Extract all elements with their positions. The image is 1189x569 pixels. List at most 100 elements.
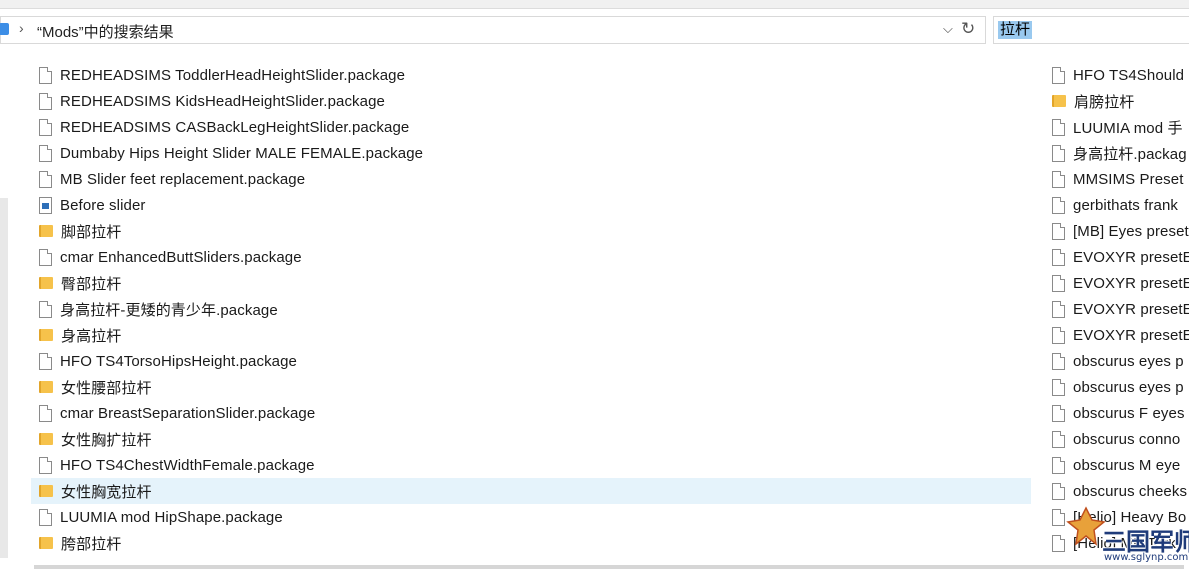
file-item[interactable]: REDHEADSIMS ToddlerHeadHeightSlider.pack… <box>31 62 1031 88</box>
file-name: obscurus eyes p <box>1073 378 1184 396</box>
chevron-right-icon[interactable]: › <box>19 20 24 36</box>
file-icon <box>39 352 52 370</box>
file-icon <box>1052 196 1065 214</box>
file-icon <box>39 404 52 422</box>
file-item[interactable]: HFO TS4TorsoHipsHeight.package <box>31 348 1031 374</box>
folder-item[interactable]: 女性胸扩拉杆 <box>31 426 1031 452</box>
file-name: 胯部拉杆 <box>61 535 122 553</box>
search-input[interactable]: 拉杆 <box>993 16 1189 44</box>
file-name: LUUMIA mod HipShape.package <box>60 508 283 526</box>
file-item[interactable]: HFO TS4ChestWidthFemale.package <box>31 452 1031 478</box>
file-name: 身高拉杆-更矮的青少年.package <box>60 301 278 319</box>
file-item[interactable]: MMSIMS Preset <box>1044 166 1189 192</box>
file-icon <box>1052 404 1065 422</box>
file-item[interactable]: MB Slider feet replacement.package <box>31 166 1031 192</box>
file-item[interactable]: obscurus eyes p <box>1044 374 1189 400</box>
folder-icon <box>39 537 53 549</box>
folder-item[interactable]: 脚部拉杆 <box>31 218 1031 244</box>
file-name: obscurus cheeks <box>1073 482 1188 500</box>
file-name: obscurus F eyes <box>1073 404 1185 422</box>
file-item[interactable]: Dumbaby Hips Height Slider MALE FEMALE.p… <box>31 140 1031 166</box>
file-name: cmar EnhancedButtSliders.package <box>60 248 302 266</box>
file-item[interactable]: EVOXYR presetE <box>1044 322 1189 348</box>
file-name: 身高拉杆 <box>61 327 122 345</box>
file-item[interactable]: 身高拉杆.packag <box>1044 140 1189 166</box>
file-name: HFO TS4Should <box>1073 66 1185 84</box>
file-name: REDHEADSIMS ToddlerHeadHeightSlider.pack… <box>60 66 406 84</box>
file-item[interactable]: obscurus M eye <box>1044 452 1189 478</box>
file-name: EVOXYR presetE <box>1073 326 1189 344</box>
file-icon <box>1052 534 1065 552</box>
file-icon <box>1052 170 1065 188</box>
file-name: [MB] Eyes preset <box>1073 222 1189 240</box>
address-bar[interactable]: › “Mods”中的搜索结果 ⌵ ↻ <box>0 16 986 44</box>
file-name: MB Slider feet replacement.package <box>60 170 306 188</box>
file-name: 臀部拉杆 <box>61 275 122 293</box>
file-name: obscurus conno <box>1073 430 1181 448</box>
file-name: Dumbaby Hips Height Slider MALE FEMALE.p… <box>60 144 424 162</box>
file-name: gerbithats frank <box>1073 196 1178 214</box>
file-item[interactable]: obscurus eyes p <box>1044 348 1189 374</box>
watermark-logo: 三国军师 www.sglynp.com <box>1066 504 1189 566</box>
file-item[interactable]: cmar BreastSeparationSlider.package <box>31 400 1031 426</box>
file-item[interactable]: cmar EnhancedButtSliders.package <box>31 244 1031 270</box>
file-icon <box>1052 508 1065 526</box>
file-item[interactable]: obscurus cheeks <box>1044 478 1189 504</box>
refresh-icon[interactable]: ↻ <box>961 19 975 39</box>
search-query[interactable]: 拉杆 <box>998 21 1033 39</box>
file-icon <box>39 92 52 110</box>
file-icon <box>1052 326 1065 344</box>
file-item[interactable]: obscurus conno <box>1044 426 1189 452</box>
file-name: EVOXYR presetE <box>1073 248 1189 266</box>
folder-item[interactable]: 身高拉杆 <box>31 322 1031 348</box>
file-item[interactable]: LUUMIA mod HipShape.package <box>31 504 1031 530</box>
address-path[interactable]: “Mods”中的搜索结果 <box>37 21 174 42</box>
folder-icon <box>39 433 53 445</box>
file-item[interactable]: HFO TS4Should <box>1044 62 1189 88</box>
file-name: EVOXYR presetE <box>1073 300 1189 318</box>
file-item[interactable]: REDHEADSIMS KidsHeadHeightSlider.package <box>31 88 1031 114</box>
file-item[interactable]: REDHEADSIMS CASBackLegHeightSlider.packa… <box>31 114 1031 140</box>
file-item[interactable]: EVOXYR presetE <box>1044 270 1189 296</box>
folder-item[interactable]: 女性腰部拉杆 <box>31 374 1031 400</box>
file-icon <box>1052 222 1065 240</box>
file-name: REDHEADSIMS KidsHeadHeightSlider.package <box>60 92 385 110</box>
file-item[interactable]: [MB] Eyes preset <box>1044 218 1189 244</box>
folder-icon <box>39 485 53 497</box>
results-column-2: HFO TS4Should 肩膀拉杆 LUUMIA mod 手身高拉杆.packag… <box>1044 62 1189 556</box>
file-item[interactable]: LUUMIA mod 手 <box>1044 114 1189 140</box>
file-name: obscurus M eye <box>1073 456 1181 474</box>
file-name: 脚部拉杆 <box>61 223 122 241</box>
file-name: Before slider <box>60 196 146 214</box>
file-icon <box>1052 430 1065 448</box>
file-item[interactable]: gerbithats frank <box>1044 192 1189 218</box>
file-icon <box>1052 118 1065 136</box>
file-name: obscurus eyes p <box>1073 352 1184 370</box>
file-icon <box>39 508 52 526</box>
chevron-down-icon[interactable]: ⌵ <box>943 21 953 37</box>
file-icon <box>1052 274 1065 292</box>
folder-item[interactable]: 肩膀拉杆 <box>1044 88 1189 114</box>
results-column-1: REDHEADSIMS ToddlerHeadHeightSlider.pack… <box>31 62 1031 556</box>
folder-icon <box>39 225 53 237</box>
navigation-pane-edge[interactable] <box>0 198 8 558</box>
file-item[interactable]: Before slider <box>31 192 1031 218</box>
location-icon <box>0 23 9 35</box>
file-item[interactable]: EVOXYR presetE <box>1044 244 1189 270</box>
file-item[interactable]: obscurus F eyes <box>1044 400 1189 426</box>
file-name: HFO TS4ChestWidthFemale.package <box>60 456 315 474</box>
file-item[interactable]: 身高拉杆-更矮的青少年.package <box>31 296 1031 322</box>
file-name: EVOXYR presetE <box>1073 274 1189 292</box>
horizontal-scrollbar[interactable] <box>34 565 1184 569</box>
folder-item[interactable]: 女性胸宽拉杆 <box>31 478 1031 504</box>
file-icon <box>39 456 52 474</box>
folder-icon <box>39 381 53 393</box>
folder-icon <box>1052 95 1066 107</box>
file-name: MMSIMS Preset <box>1073 170 1184 188</box>
folder-item[interactable]: 胯部拉杆 <box>31 530 1031 556</box>
file-name: cmar BreastSeparationSlider.package <box>60 404 316 422</box>
file-name: REDHEADSIMS CASBackLegHeightSlider.packa… <box>60 118 410 136</box>
folder-item[interactable]: 臀部拉杆 <box>31 270 1031 296</box>
file-name: HFO TS4TorsoHipsHeight.package <box>60 352 297 370</box>
file-item[interactable]: EVOXYR presetE <box>1044 296 1189 322</box>
